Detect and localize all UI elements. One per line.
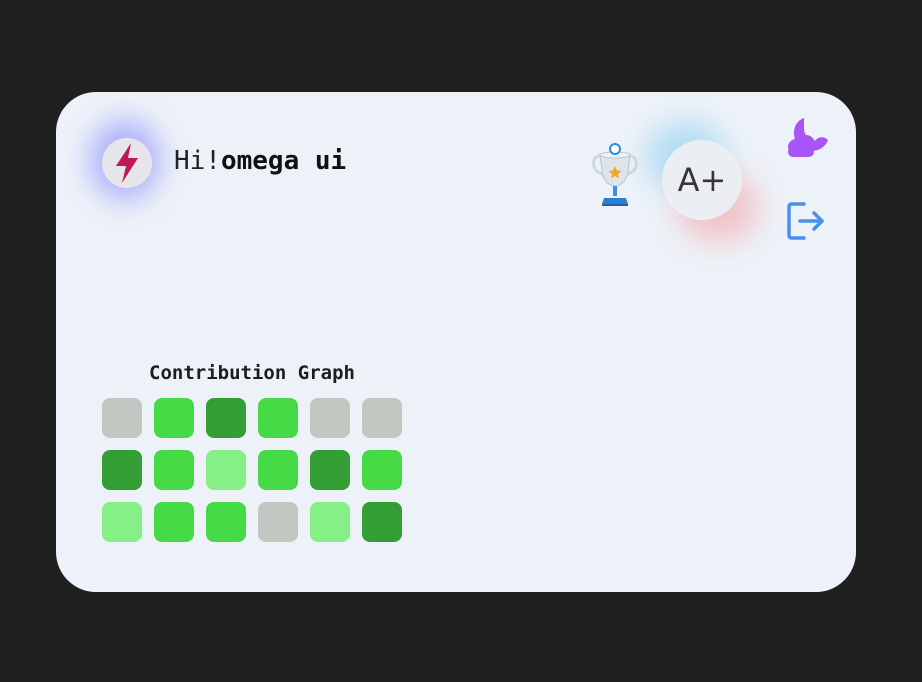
contribution-cell (206, 450, 246, 490)
contribution-cell (258, 450, 298, 490)
contribution-cell (310, 450, 350, 490)
avatar[interactable] (102, 138, 152, 188)
contribution-cell (102, 502, 142, 542)
trophy-icon (592, 143, 638, 206)
contribution-cell (102, 450, 142, 490)
theme-toggle-button[interactable] (784, 116, 830, 160)
contribution-cell (258, 502, 298, 542)
contribution-cell (154, 450, 194, 490)
contribution-cell (154, 502, 194, 542)
contribution-cell (206, 502, 246, 542)
moon-cloud-icon (788, 118, 828, 157)
contribution-graph (102, 398, 402, 542)
contribution-cell (102, 398, 142, 438)
lightning-bolt-icon (116, 143, 138, 183)
greeting: Hi!omega ui (174, 146, 346, 176)
contribution-cell (310, 502, 350, 542)
grade-badge: A+ (662, 140, 742, 220)
contribution-graph-title: Contribution Graph (149, 362, 355, 384)
contribution-cell (154, 398, 194, 438)
grade-value: A+ (677, 161, 727, 199)
contribution-cell (362, 398, 402, 438)
greeting-text: Hi! (174, 146, 221, 176)
contribution-cell (362, 450, 402, 490)
logout-icon (787, 202, 824, 240)
user-name: omega ui (220, 146, 347, 176)
profile-card: Hi!omega ui A+ Contribution Graph (56, 92, 856, 592)
contribution-cell (362, 502, 402, 542)
logout-button[interactable] (786, 200, 828, 242)
contribution-cell (206, 398, 246, 438)
contribution-cell (310, 398, 350, 438)
contribution-cell (258, 398, 298, 438)
